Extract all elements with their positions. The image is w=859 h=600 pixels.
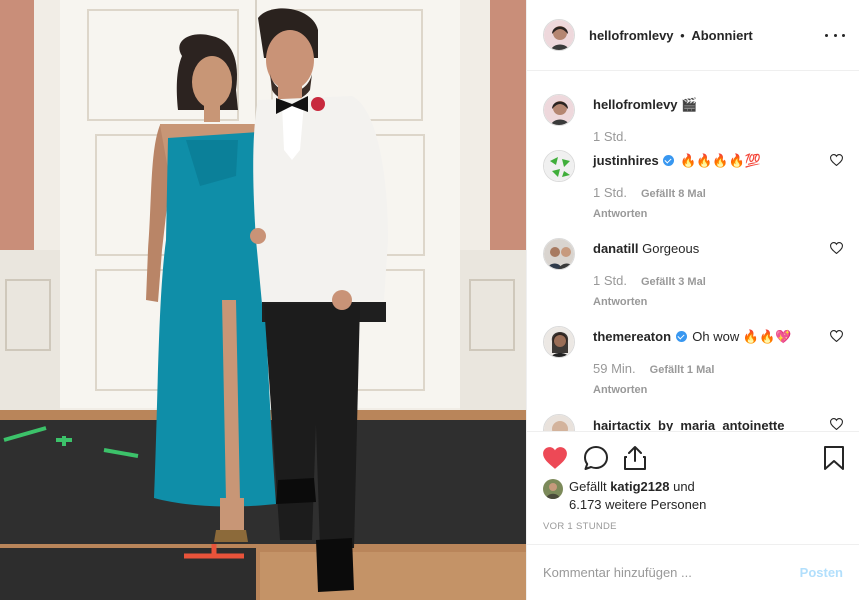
likes-summary: Gefällt katig2128 und 6.173 weitere Pers… [543, 478, 843, 514]
more-options-icon[interactable] [825, 26, 845, 44]
comment-time[interactable]: 1 Std. [593, 272, 627, 290]
comment-username[interactable]: hairtactix_by_maria_antoinette [593, 418, 784, 431]
caption-avatar[interactable] [543, 94, 575, 126]
commenter-avatar[interactable] [543, 326, 575, 358]
comment-input[interactable] [543, 565, 800, 580]
author-avatar[interactable] [543, 19, 575, 51]
likes-text: Gefällt katig2128 und 6.173 weitere Pers… [569, 478, 706, 514]
comment-like-icon[interactable] [830, 418, 843, 430]
commenter-avatar[interactable] [543, 414, 575, 431]
comment-text: 🔥🔥🔥🔥💯 [680, 153, 761, 168]
author-username[interactable]: hellofromlevy [589, 28, 674, 43]
comment-text: Gorgeous [642, 241, 700, 256]
liker-avatar[interactable] [543, 479, 563, 499]
header-text: hellofromlevy • Abonniert [589, 28, 753, 43]
post-comment-button[interactable]: Posten [800, 565, 843, 580]
comment-bubble-icon[interactable] [583, 445, 609, 471]
heart-filled-icon[interactable] [542, 445, 568, 471]
separator-dot: • [680, 27, 685, 43]
bookmark-icon[interactable] [823, 445, 845, 471]
post-header: hellofromlevy • Abonniert [527, 0, 859, 71]
comment-like-icon[interactable] [830, 154, 843, 166]
likes-prefix: Gefällt [569, 479, 607, 494]
post-photo[interactable] [0, 0, 526, 600]
liker-username[interactable]: katig2128 [610, 479, 669, 494]
following-status[interactable]: Abonniert [691, 28, 752, 43]
comment-likes[interactable]: Gefällt 3 Mal [641, 273, 706, 291]
reply-button[interactable]: Antworten [593, 381, 817, 399]
likes-suffix: und [673, 479, 695, 494]
comment-username[interactable]: themereaton [593, 329, 671, 344]
commenter-avatar[interactable] [543, 150, 575, 182]
likes-others[interactable]: 6.173 weitere Personen [569, 497, 706, 512]
share-icon[interactable] [622, 445, 648, 471]
comment-username[interactable]: danatill [593, 241, 639, 256]
post-sidebar: hellofromlevy • Abonniert hellofromlevy … [526, 0, 859, 600]
comment-time[interactable]: 59 Min. [593, 360, 636, 378]
add-comment-bar: Posten [527, 544, 859, 600]
verified-badge-icon [663, 155, 675, 166]
caption-username[interactable]: hellofromlevy [593, 97, 678, 112]
reply-button[interactable]: Antworten [593, 205, 817, 223]
post-timestamp[interactable]: VOR 1 STUNDE [543, 521, 617, 532]
comment-text: Oh wow 🔥🔥💖 [692, 329, 792, 344]
comment-username[interactable]: justinhires [593, 153, 659, 168]
comments-list[interactable]: hellofromlevy 🎬 1 Std. justinhires 🔥🔥🔥🔥💯… [527, 72, 859, 432]
comment-time[interactable]: 1 Std. [593, 184, 627, 202]
comment-like-icon[interactable] [830, 242, 843, 254]
caption-time[interactable]: 1 Std. [593, 128, 627, 146]
caption-text: 🎬 [681, 97, 698, 112]
commenter-avatar[interactable] [543, 238, 575, 270]
comment-likes[interactable]: Gefällt 8 Mal [641, 185, 706, 203]
comment-like-icon[interactable] [830, 330, 843, 342]
comment-likes[interactable]: Gefällt 1 Mal [650, 361, 715, 379]
reply-button[interactable]: Antworten [593, 293, 817, 311]
verified-badge-icon [675, 331, 687, 342]
post-image [0, 0, 526, 600]
